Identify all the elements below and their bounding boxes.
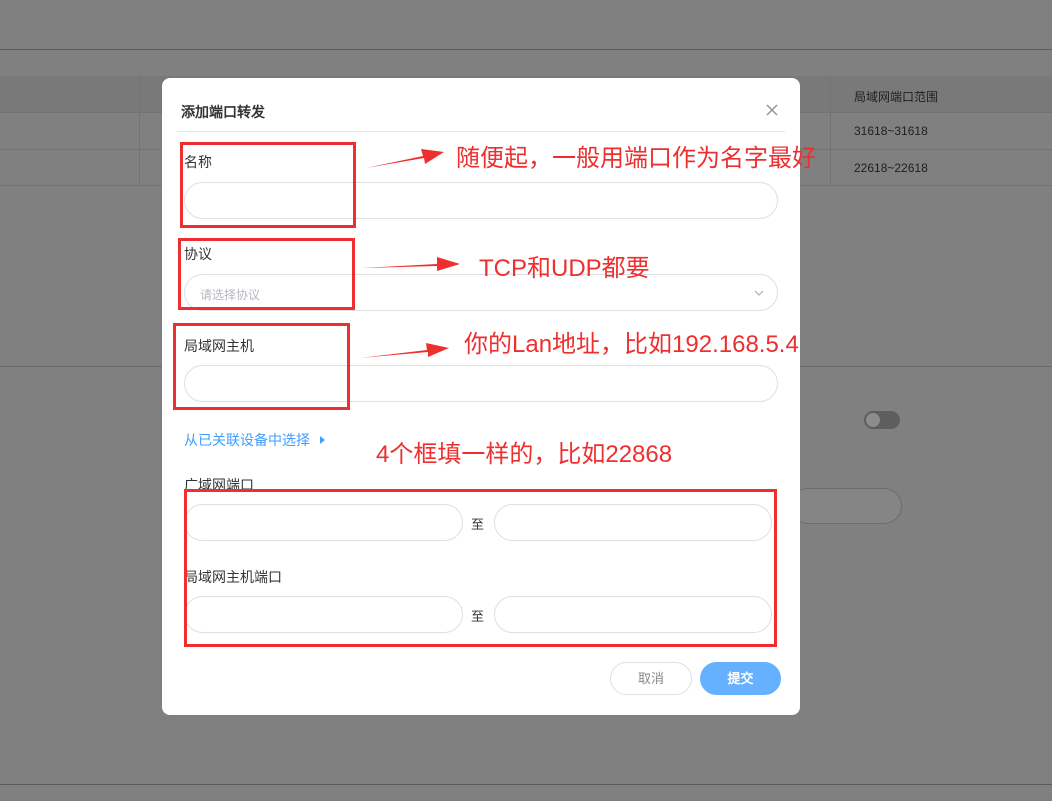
add-port-forward-dialog: 添加端口转发 名称 协议 请选择协议 局域网主机 从已关联设备中选择 广域网端口…: [162, 78, 800, 715]
bg-column-header-lan-port-range: 局域网端口范围: [854, 90, 939, 104]
annotation-ports-note: 4个框填一样的，比如22868: [376, 441, 673, 468]
chevron-down-icon: [754, 290, 764, 296]
wan-port-end-input[interactable]: [494, 504, 772, 541]
dialog-title: 添加端口转发: [181, 104, 265, 120]
lan-host-port-label: 局域网主机端口: [184, 569, 282, 585]
annotation-protocol-note: TCP和UDP都要: [479, 255, 650, 282]
title-divider: [177, 131, 785, 132]
annotation-lan-host-note: 你的Lan地址，比如192.168.5.4: [464, 331, 799, 358]
lan-host-port-start-input[interactable]: [184, 596, 463, 633]
cancel-button[interactable]: 取消: [610, 662, 692, 695]
lan-host-port-end-input[interactable]: [494, 596, 772, 633]
bg-cell-port-range: 22618~22618: [854, 161, 928, 175]
select-from-linked-devices-link[interactable]: 从已关联设备中选择: [184, 430, 325, 450]
name-label: 名称: [184, 154, 212, 170]
caret-right-icon: [320, 436, 325, 444]
lan-host-input[interactable]: [184, 365, 778, 402]
name-input[interactable]: [184, 182, 778, 219]
lan-host-label: 局域网主机: [184, 338, 254, 354]
close-icon[interactable]: [764, 102, 780, 118]
bg-input: [790, 488, 902, 524]
bg-divider: [0, 49, 1052, 50]
select-from-linked-devices-label: 从已关联设备中选择: [184, 432, 310, 448]
wan-port-label: 广域网端口: [184, 477, 254, 493]
lan-host-port-range-separator: 至: [471, 609, 485, 624]
protocol-label: 协议: [184, 246, 212, 262]
wan-port-start-input[interactable]: [184, 504, 463, 541]
submit-button[interactable]: 提交: [700, 662, 781, 695]
protocol-select-placeholder: 请选择协议: [200, 288, 261, 302]
annotation-name-note: 随便起，一般用端口作为名字最好: [456, 145, 816, 172]
bg-cell-port-range: 31618~31618: [854, 124, 928, 138]
bg-divider: [0, 784, 1052, 785]
wan-port-range-separator: 至: [471, 517, 485, 532]
bg-toggle-switch: [864, 411, 900, 429]
